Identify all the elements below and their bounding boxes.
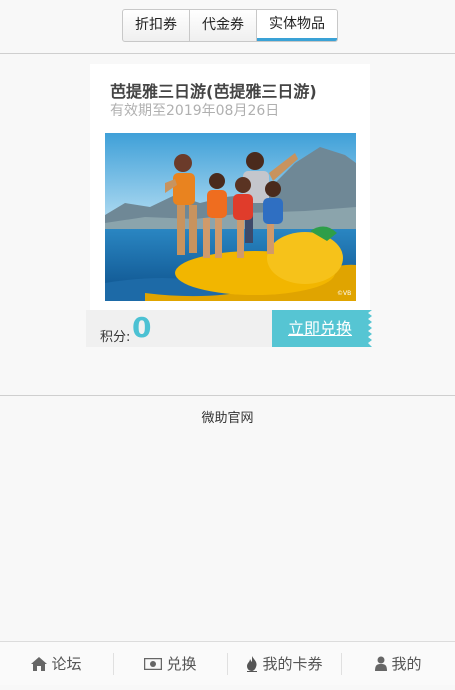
redeem-now-button[interactable]: 立即兑换 bbox=[272, 310, 368, 347]
user-icon bbox=[375, 656, 388, 671]
reward-title: 芭提雅三日游(芭提雅三日游) bbox=[110, 82, 317, 101]
redeem-row: 积分: 0 立即兑换 bbox=[86, 310, 374, 347]
home-icon bbox=[31, 656, 48, 671]
reward-expiry: 有效期至2019年08月26日 bbox=[110, 103, 280, 119]
ticket-edge-decoration bbox=[366, 310, 372, 347]
nav-mine-label: 我的 bbox=[391, 655, 422, 673]
content-divider bbox=[0, 395, 455, 396]
flame-icon bbox=[247, 655, 258, 672]
points-value: 0 bbox=[132, 311, 152, 344]
tab-physical-goods[interactable]: 实体物品 bbox=[257, 10, 337, 41]
reward-card[interactable]: 芭提雅三日游(芭提雅三日游) 有效期至2019年08月26日 ©VB bbox=[90, 64, 370, 310]
site-name[interactable]: 微助官网 bbox=[0, 407, 455, 426]
nav-forum[interactable]: 论坛 bbox=[0, 642, 113, 686]
nav-exchange[interactable]: 兑换 bbox=[114, 642, 227, 686]
tab-discount-coupon[interactable]: 折扣券 bbox=[123, 10, 190, 41]
coupon-type-tabs: 折扣券 代金券 实体物品 bbox=[122, 9, 338, 42]
points-label: 积分: bbox=[100, 330, 131, 345]
nav-my-coupons-label: 我的卡券 bbox=[262, 655, 323, 673]
nav-my-coupons[interactable]: 我的卡券 bbox=[228, 642, 341, 686]
money-icon bbox=[144, 657, 163, 670]
nav-forum-label: 论坛 bbox=[51, 655, 82, 673]
tab-cash-voucher[interactable]: 代金券 bbox=[190, 10, 257, 41]
points-box: 积分: 0 bbox=[86, 310, 273, 347]
bottom-nav: 论坛 兑换 我的卡券 我的 bbox=[0, 641, 455, 685]
nav-exchange-label: 兑换 bbox=[166, 655, 197, 673]
nav-mine[interactable]: 我的 bbox=[342, 642, 455, 686]
svg-text:©VB: ©VB bbox=[337, 290, 351, 297]
reward-photo: ©VB bbox=[105, 133, 356, 301]
header-divider bbox=[0, 53, 455, 54]
